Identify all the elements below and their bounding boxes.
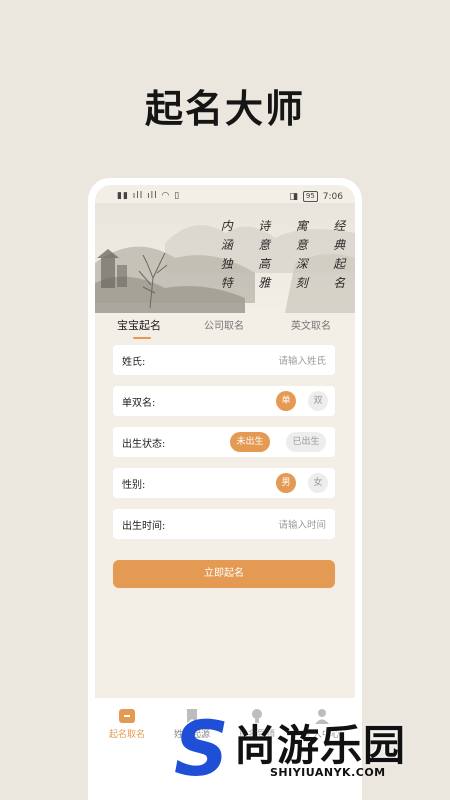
poem-char: 寓 xyxy=(295,219,308,233)
poem-char: 涵 xyxy=(220,238,233,252)
born-option[interactable]: 已出生 xyxy=(286,432,326,452)
poem-char: 高 xyxy=(258,257,271,271)
status-right: ◨ 95 7:06 xyxy=(289,191,343,202)
watermark-url: SHIYIUANYK.COM xyxy=(270,766,386,779)
poem-char: 深 xyxy=(295,257,308,271)
surname-input-placeholder[interactable]: 请输入姓氏 xyxy=(278,353,326,367)
name-type-label: 单双名: xyxy=(122,398,156,409)
birth-time-label: 出生时间: xyxy=(122,521,166,532)
start-naming-button[interactable]: 立即起名 xyxy=(113,560,335,588)
birth-time-field[interactable]: 出生时间: 请输入时间 xyxy=(113,509,335,539)
poem-char: 内 xyxy=(220,219,233,233)
female-option[interactable]: 女 xyxy=(308,473,328,493)
poem-char: 诗 xyxy=(258,219,271,233)
poem-char: 经 xyxy=(333,219,346,233)
poem-char: 特 xyxy=(220,276,233,290)
banner-poem: 内 诗 寓 经 涵 意 意 典 独 高 深 起 特 雅 刻 名 xyxy=(208,217,355,293)
signal-wifi-icons: ▮▮ ıll ıll ◠ ▯ xyxy=(117,191,181,201)
battery-icon: 95 xyxy=(302,191,318,202)
active-tab-indicator xyxy=(133,337,151,339)
app-headline: 起名大师 xyxy=(144,87,305,131)
nav-label-naming: 起名取名 xyxy=(108,730,145,740)
birth-status-label: 出生状态: xyxy=(122,439,166,450)
unborn-option[interactable]: 未出生 xyxy=(230,432,270,452)
gender-row: 性别: 男 女 xyxy=(113,468,335,498)
surname-field[interactable]: 姓氏: 请输入姓氏 xyxy=(113,345,335,375)
tab-english-naming[interactable]: 英文取名 xyxy=(291,317,331,332)
poem-char: 意 xyxy=(295,238,308,252)
name-type-row: 单双名: 单 双 xyxy=(113,386,335,416)
poem-char: 刻 xyxy=(295,276,308,290)
mute-icon: ◨ xyxy=(289,191,298,202)
watermark-brand: 尚游乐园 xyxy=(234,721,407,770)
poem-char: 名 xyxy=(333,276,346,290)
nav-item-naming[interactable]: 起名取名 xyxy=(102,708,152,740)
status-time: 7:06 xyxy=(322,191,343,202)
surname-label: 姓氏: xyxy=(122,357,146,368)
watermark-s-logo: S xyxy=(174,704,229,793)
poem-char: 雅 xyxy=(258,276,271,290)
poem-char: 起 xyxy=(333,257,346,271)
poem-char: 典 xyxy=(333,238,346,252)
poem-char: 意 xyxy=(258,238,271,252)
poem-char: 独 xyxy=(220,257,233,271)
site-watermark: S 尚游乐园 SHIYIUANYK.COM xyxy=(172,706,450,800)
home-icon xyxy=(119,709,135,723)
gender-label: 性别: xyxy=(122,480,146,491)
single-name-option[interactable]: 单 xyxy=(276,391,296,411)
male-option[interactable]: 男 xyxy=(276,473,296,493)
tab-company-naming[interactable]: 公司取名 xyxy=(204,317,244,332)
birth-time-input-placeholder[interactable]: 请输入时间 xyxy=(278,517,326,531)
tab-baby-naming[interactable]: 宝宝起名 xyxy=(117,317,161,333)
double-name-option[interactable]: 双 xyxy=(308,391,328,411)
birth-status-row: 出生状态: 未出生 已出生 xyxy=(113,427,335,457)
